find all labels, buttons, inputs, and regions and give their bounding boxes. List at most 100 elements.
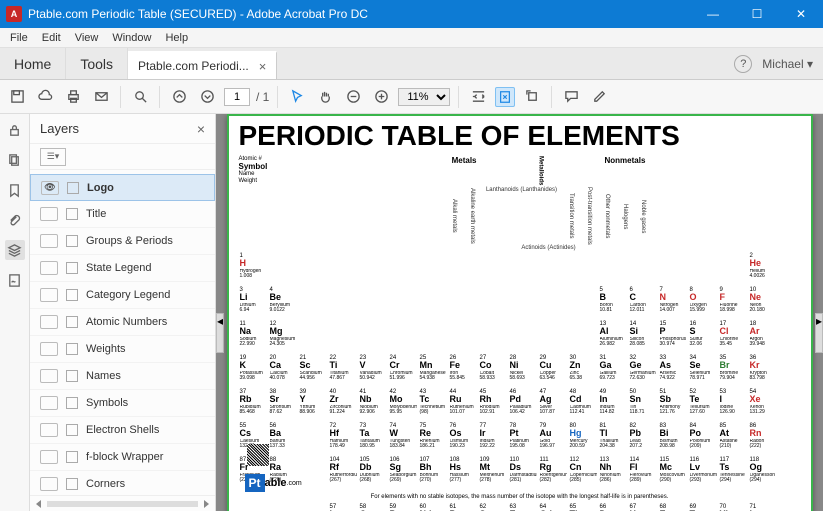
zoom-in-icon[interactable] bbox=[370, 86, 392, 108]
scroll-left-icon[interactable] bbox=[36, 500, 41, 508]
layer-label: Groups & Periods bbox=[86, 235, 173, 247]
comment-icon[interactable] bbox=[560, 86, 582, 108]
element-cell: 61PmPromethium(145) bbox=[449, 504, 478, 511]
page-up-icon[interactable] bbox=[168, 86, 190, 108]
element-cell: 59PrPraseodymium140.91 bbox=[389, 504, 418, 511]
element-cell: 36KrKrypton83.798 bbox=[749, 355, 778, 388]
element-cell: 11NaSodium22.990 bbox=[239, 321, 268, 354]
zoom-select[interactable]: 11% bbox=[398, 88, 450, 106]
layer-icon bbox=[66, 289, 78, 301]
layer-row[interactable]: f-block Wrapper bbox=[30, 444, 215, 471]
layer-row[interactable]: Electron Shells bbox=[30, 417, 215, 444]
rail-lock-icon[interactable] bbox=[5, 120, 25, 140]
visibility-toggle[interactable] bbox=[41, 181, 59, 195]
minimize-button[interactable]: — bbox=[691, 0, 735, 28]
layers-list[interactable]: LogoTitle Groups & Periods State Legend Cat… bbox=[30, 170, 215, 495]
ptable-logo: Ptable.com bbox=[245, 474, 302, 492]
visibility-toggle[interactable] bbox=[40, 315, 58, 329]
page-down-icon[interactable] bbox=[196, 86, 218, 108]
element-cell: 74WTungsten183.84 bbox=[389, 423, 418, 456]
toolbar: / 1 11% bbox=[0, 80, 823, 114]
layer-row[interactable]: Groups & Periods bbox=[30, 228, 215, 255]
menu-window[interactable]: Window bbox=[106, 30, 157, 46]
rail-layers-icon[interactable] bbox=[5, 240, 25, 260]
layer-row[interactable]: Names bbox=[30, 363, 215, 390]
rail-signatures-icon[interactable] bbox=[5, 270, 25, 290]
element-cell: 1HHydrogen1.008 bbox=[239, 253, 268, 286]
visibility-toggle[interactable] bbox=[40, 234, 58, 248]
visibility-toggle[interactable] bbox=[40, 477, 58, 491]
document-area[interactable]: ◂ PERIODIC TABLE OF ELEMENTS Atomic # Sy… bbox=[216, 114, 823, 511]
visibility-toggle[interactable] bbox=[40, 369, 58, 383]
rail-attachment-icon[interactable] bbox=[5, 210, 25, 230]
fit-page-icon[interactable] bbox=[495, 87, 515, 107]
rail-bookmark-icon[interactable] bbox=[5, 180, 25, 200]
cloud-icon[interactable] bbox=[34, 86, 56, 108]
element-cell: 40ZrZirconium91.224 bbox=[329, 389, 358, 422]
element-cell: 12MgMagnesium24.305 bbox=[269, 321, 298, 354]
layer-icon bbox=[66, 343, 78, 355]
print-icon[interactable] bbox=[62, 86, 84, 108]
page-number-input[interactable] bbox=[224, 88, 250, 106]
element-cell: 109MtMeitnerium(278) bbox=[479, 457, 508, 490]
layer-row[interactable]: State Legend bbox=[30, 255, 215, 282]
layer-row[interactable]: Atomic Numbers bbox=[30, 309, 215, 336]
layer-label: Category Legend bbox=[86, 289, 170, 301]
element-cell: 54XeXenon131.29 bbox=[749, 389, 778, 422]
search-icon[interactable] bbox=[129, 86, 151, 108]
layer-row[interactable]: Corners bbox=[30, 471, 215, 495]
element-cell: 114FlFlerovium(289) bbox=[629, 457, 658, 490]
rotate-icon[interactable] bbox=[521, 86, 543, 108]
menu-view[interactable]: View bbox=[69, 30, 105, 46]
visibility-toggle[interactable] bbox=[40, 207, 58, 221]
layer-icon bbox=[66, 478, 78, 490]
element-cell: 32GeGermanium72.630 bbox=[629, 355, 658, 388]
close-tab-icon[interactable]: × bbox=[259, 59, 267, 74]
visibility-toggle[interactable] bbox=[40, 288, 58, 302]
visibility-toggle[interactable] bbox=[40, 396, 58, 410]
close-window-button[interactable]: ✕ bbox=[779, 0, 823, 28]
visibility-toggle[interactable] bbox=[40, 342, 58, 356]
layer-icon bbox=[66, 208, 78, 220]
page-title: PERIODIC TABLE OF ELEMENTS bbox=[239, 120, 801, 152]
left-collapse-handle[interactable]: ◂ bbox=[216, 313, 224, 353]
right-collapse-handle[interactable]: ▸ bbox=[815, 313, 823, 353]
nav-home[interactable]: Home bbox=[0, 48, 66, 79]
layer-row[interactable]: Logo bbox=[30, 174, 215, 201]
highlight-icon[interactable] bbox=[588, 86, 610, 108]
menu-help[interactable]: Help bbox=[159, 30, 194, 46]
layer-icon bbox=[67, 182, 79, 194]
scrollbar[interactable] bbox=[47, 501, 198, 507]
maximize-button[interactable]: ☐ bbox=[735, 0, 779, 28]
page-total: / 1 bbox=[256, 90, 269, 104]
document-tab[interactable]: Ptable.com Periodi... × bbox=[128, 51, 277, 79]
visibility-toggle[interactable] bbox=[40, 450, 58, 464]
element-cell: 50SnTin118.71 bbox=[629, 389, 658, 422]
mail-icon[interactable] bbox=[90, 86, 112, 108]
layer-icon bbox=[66, 397, 78, 409]
element-cell: 86RnRadon(222) bbox=[749, 423, 778, 456]
help-button[interactable]: ? bbox=[734, 55, 752, 73]
fit-width-icon[interactable] bbox=[467, 86, 489, 108]
element-cell: 104RfRutherfordium(267) bbox=[329, 457, 358, 490]
layer-row[interactable]: Weights bbox=[30, 336, 215, 363]
nav-tools[interactable]: Tools bbox=[66, 48, 128, 79]
pointer-icon[interactable] bbox=[286, 86, 308, 108]
layer-row[interactable]: Title bbox=[30, 201, 215, 228]
save-icon[interactable] bbox=[6, 86, 28, 108]
scroll-right-icon[interactable] bbox=[204, 500, 209, 508]
menu-file[interactable]: File bbox=[4, 30, 34, 46]
hand-icon[interactable] bbox=[314, 86, 336, 108]
close-panel-icon[interactable]: × bbox=[197, 121, 205, 137]
menu-edit[interactable]: Edit bbox=[36, 30, 67, 46]
rail-thumbnails-icon[interactable] bbox=[5, 150, 25, 170]
zoom-out-icon[interactable] bbox=[342, 86, 364, 108]
visibility-toggle[interactable] bbox=[40, 423, 58, 437]
element-cell: 57LaLanthanum138.91 bbox=[329, 504, 358, 511]
layer-row[interactable]: Symbols bbox=[30, 390, 215, 417]
visibility-toggle[interactable] bbox=[40, 261, 58, 275]
user-menu[interactable]: Michael ▾ bbox=[762, 57, 813, 71]
element-cell: 7NNitrogen14.007 bbox=[659, 287, 688, 320]
layer-row[interactable]: Category Legend bbox=[30, 282, 215, 309]
layers-options-dropdown[interactable]: ☰▾ bbox=[40, 148, 66, 166]
